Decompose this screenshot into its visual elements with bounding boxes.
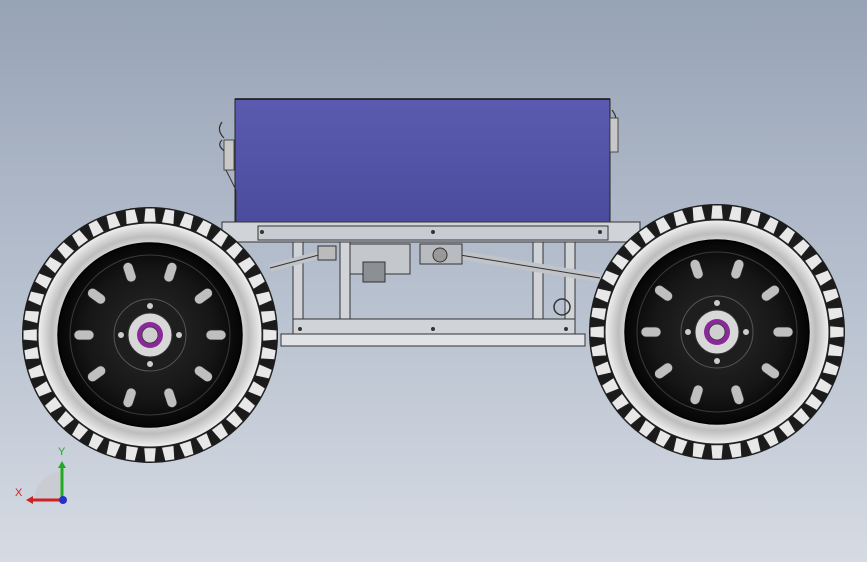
axis-triad: X Y [15,446,67,504]
tread-lug [829,325,845,339]
left-wheel[interactable] [22,207,278,463]
chassis-frame[interactable] [221,221,641,347]
y-axis-label: Y [58,446,66,458]
tread-lug [710,204,724,220]
tread-lug [710,444,724,460]
tread-lug [143,207,157,223]
rim-slot [772,326,794,338]
tread-lug [143,447,157,463]
triad-plane-icon [34,472,62,500]
x-axis-label: X [15,487,23,499]
right-wheel[interactable] [589,204,845,460]
drivetrain[interactable] [268,243,601,316]
rim-slot [205,329,227,341]
z-axis-dot-icon [59,496,67,504]
tread-lug [589,325,605,339]
vehicle-model[interactable]: X Y [0,0,867,562]
tread-lug [22,328,38,342]
tread-lug [262,328,278,342]
cad-viewport[interactable]: X Y [0,0,867,562]
body-box[interactable] [218,98,619,223]
rim-slot [640,326,662,338]
rim-slot [73,329,95,341]
